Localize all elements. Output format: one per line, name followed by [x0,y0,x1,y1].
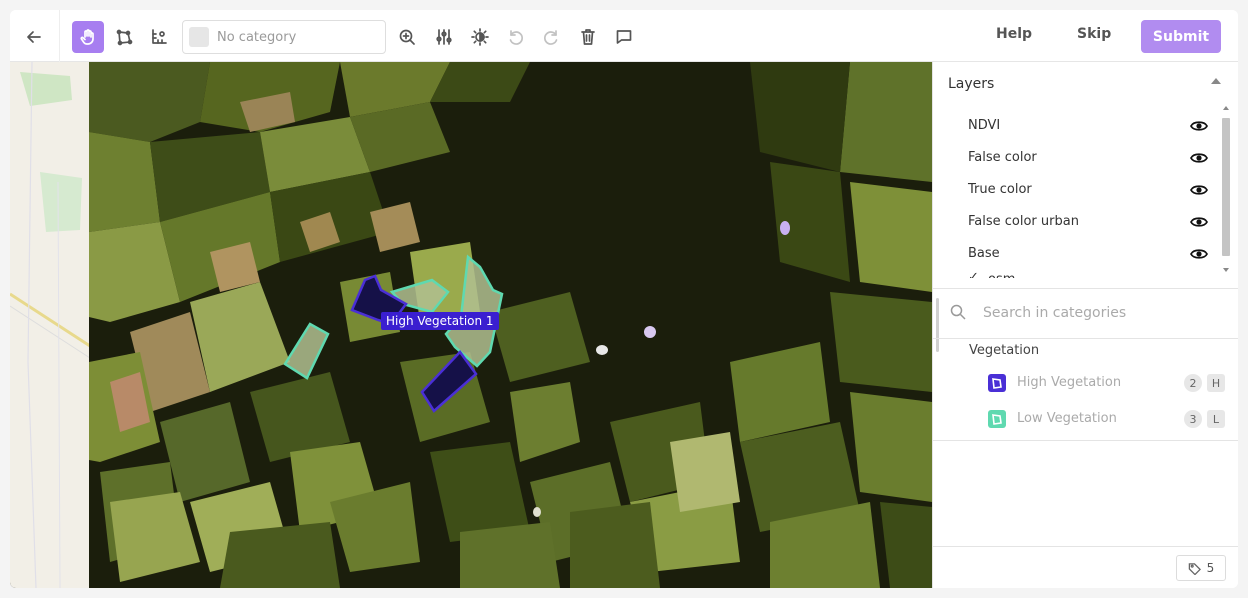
skip-link[interactable]: Skip [1077,26,1111,42]
annotation-app: No category Help Skip Submit High Vegeta… [10,10,1238,588]
redo-button[interactable] [535,21,567,53]
layer-label: False color [968,150,1037,165]
brightness-button[interactable] [464,21,496,53]
annotation-count: 5 [1206,561,1215,575]
eye-icon[interactable] [1190,246,1208,262]
layer-item-false-color[interactable]: False color [933,142,1223,174]
map-canvas[interactable]: High Vegetation 1 [10,62,932,588]
toolbar: No category Help Skip Submit [10,10,1238,62]
comment-icon [616,30,632,44]
category-group-title: Vegetation [969,343,1040,358]
help-link[interactable]: Help [996,26,1032,42]
undo-button[interactable] [500,21,532,53]
checkmark-icon: ✓ [968,270,979,278]
undo-icon [509,30,523,45]
polygon-icon [988,410,1006,428]
divider [933,338,1238,339]
polygon-tooltip: High Vegetation 1 [381,312,499,330]
category-color-swatch [189,27,209,47]
adjustments-button[interactable] [428,21,460,53]
toolbar-divider [59,10,60,62]
layer-label: False color urban [968,214,1079,229]
category-hotkey: L [1207,410,1225,428]
layer-item-false-color-urban[interactable]: False color urban [933,206,1223,238]
category-search-input[interactable] [983,302,1223,324]
redo-icon [544,30,558,45]
polygon-icon [116,29,133,46]
layers-collapse-icon[interactable] [1211,78,1221,84]
layer-list: NDVI False color True color False color … [933,100,1223,278]
search-icon [950,304,966,320]
ruler-icon [152,29,167,44]
category-hotkey: H [1207,374,1225,392]
layer-label: Base [968,246,1000,261]
side-panel: Layers NDVI False color True color False… [932,62,1238,588]
measure-tool-button[interactable] [143,21,175,53]
category-label: High Vegetation [1017,375,1122,390]
layers-title: Layers [948,76,995,92]
zoom-in-button[interactable] [391,21,423,53]
hand-icon [80,29,94,45]
annotation-count-button[interactable]: 5 [1176,555,1226,581]
sliders-icon [436,29,452,45]
category-item-high-vegetation[interactable]: High Vegetation 2 H [933,366,1238,400]
pan-tool-button[interactable] [72,21,104,53]
eye-icon[interactable] [1190,182,1208,198]
category-item-low-vegetation[interactable]: Low Vegetation 3 L [933,402,1238,436]
back-button[interactable] [18,21,50,53]
category-count-badge: 3 [1184,410,1202,428]
comment-button[interactable] [608,21,640,53]
zoom-in-icon [399,29,415,45]
arrow-left-icon [27,31,41,43]
eye-icon[interactable] [1190,118,1208,134]
layers-scrollbar[interactable] [1221,102,1231,278]
layer-item-osm[interactable]: ✓ osm [933,264,1223,278]
divider [933,546,1238,547]
trash-icon [581,29,595,45]
category-select[interactable]: No category [182,20,386,54]
category-search [933,288,1238,336]
scroll-down-icon[interactable] [1223,268,1229,272]
category-label: Low Vegetation [1017,411,1117,426]
layer-item-ndvi[interactable]: NDVI [933,110,1223,142]
eye-icon[interactable] [1190,214,1208,230]
category-count-badge: 2 [1184,374,1202,392]
scroll-up-icon[interactable] [1223,106,1229,110]
scroll-thumb[interactable] [1222,118,1230,256]
layer-label: True color [968,182,1032,197]
polygon-icon [988,374,1006,392]
eye-icon[interactable] [1190,150,1208,166]
layer-label: osm [988,272,1015,278]
brightness-icon [471,28,489,46]
polygon-tool-button[interactable] [108,21,140,53]
tag-icon [1188,562,1201,575]
divider [933,440,1238,441]
layer-item-true-color[interactable]: True color [933,174,1223,206]
delete-button[interactable] [572,21,604,53]
submit-button[interactable]: Submit [1141,20,1221,53]
layer-label: NDVI [968,118,1001,133]
category-select-value: No category [217,29,297,45]
